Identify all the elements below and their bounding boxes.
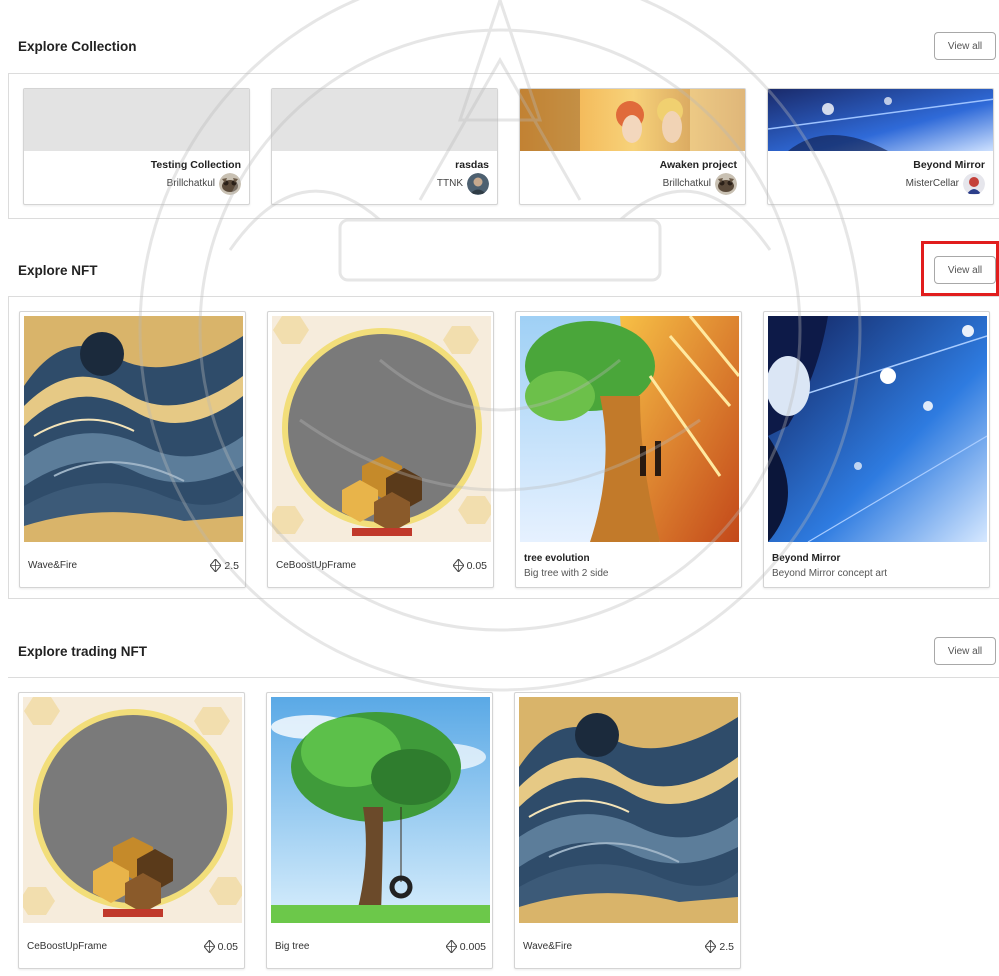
trading-view-all-button[interactable]: View all — [934, 637, 996, 665]
collection-card[interactable]: rasdas TTNK — [271, 88, 498, 205]
collection-section-title: Explore Collection — [18, 39, 137, 54]
nft-price: 0.05 — [203, 940, 238, 953]
ethereum-icon — [452, 559, 464, 572]
nft-card[interactable]: CeBoostUpFrame 0.05 — [267, 311, 494, 588]
collection-view-all-button[interactable]: View all — [934, 32, 996, 60]
nft-price-value: 2.5 — [224, 559, 239, 572]
cat-avatar-icon — [715, 173, 737, 195]
nft-view-all-button[interactable]: View all — [934, 256, 996, 284]
nft-card[interactable]: Wave&Fire 2.5 — [19, 311, 246, 588]
nft-price: 2.5 — [210, 559, 239, 572]
nft-panel: Wave&Fire 2.5 CeBoostUpFrame 0.05 tree e… — [8, 296, 999, 599]
collection-banner — [520, 89, 745, 151]
nft-name: Big tree — [275, 941, 310, 952]
nft-price-value: 0.05 — [217, 940, 238, 953]
nft-name: Wave&Fire — [523, 941, 573, 952]
nft-card[interactable]: Beyond Mirror Beyond Mirror concept art — [763, 311, 990, 588]
ethereum-icon — [210, 559, 222, 572]
nft-price: 0.05 — [452, 559, 487, 572]
collection-owner: MisterCellar — [905, 178, 959, 189]
collection-owner: Brillchatkul — [166, 178, 215, 189]
person-avatar-icon — [467, 173, 489, 195]
trading-nft-card[interactable]: CeBoostUpFrame 0.05 — [18, 692, 245, 969]
ethereum-icon — [203, 940, 215, 953]
collection-name: Testing Collection — [150, 159, 241, 171]
collection-card[interactable]: Testing Collection Brillchatkul — [23, 88, 250, 205]
nft-name: Wave&Fire — [28, 560, 78, 571]
character-avatar-icon — [963, 173, 985, 195]
nft-card[interactable]: tree evolution Big tree with 2 side — [515, 311, 742, 588]
collection-owner: Brillchatkul — [662, 178, 711, 189]
ethereum-icon — [445, 940, 457, 953]
nft-name: CeBoostUpFrame — [27, 941, 108, 952]
nft-description: Big tree with 2 side — [524, 568, 609, 579]
nft-image — [23, 697, 242, 923]
nft-price: 0.005 — [445, 940, 486, 953]
trading-nft-card[interactable]: Big tree 0.005 — [266, 692, 493, 969]
collection-section-header: Explore Collection View all — [8, 32, 996, 62]
collection-banner — [272, 89, 497, 151]
collection-banner — [768, 89, 993, 151]
nft-price-value: 2.5 — [719, 940, 734, 953]
trading-nft-card[interactable]: Wave&Fire 2.5 — [514, 692, 741, 969]
cat-avatar-icon — [219, 173, 241, 195]
collection-panel: Testing Collection Brillchatkul rasdas T… — [8, 73, 999, 219]
collection-name: rasdas — [455, 159, 489, 171]
collection-owner: TTNK — [436, 178, 463, 189]
ethereum-icon — [705, 940, 717, 953]
nft-description: Beyond Mirror concept art — [772, 568, 888, 579]
collection-card[interactable]: Awaken project Brillchatkul — [519, 88, 746, 205]
trading-panel: CeBoostUpFrame 0.05 Big tree 0.005 Wave&… — [8, 677, 999, 976]
nft-image — [520, 316, 739, 542]
nft-section-title: Explore NFT — [18, 263, 98, 278]
nft-image — [271, 697, 490, 923]
collection-banner — [24, 89, 249, 151]
nft-image — [768, 316, 987, 542]
nft-price-value: 0.005 — [459, 940, 486, 953]
nft-price-value: 0.05 — [466, 559, 487, 572]
nft-price: 2.5 — [705, 940, 734, 953]
trading-section-header: Explore trading NFT View all — [8, 637, 996, 667]
nft-name: tree evolution — [524, 553, 590, 564]
nft-image — [24, 316, 243, 542]
trading-section-title: Explore trading NFT — [18, 644, 148, 659]
nft-name: Beyond Mirror — [772, 553, 841, 564]
nft-section-header: Explore NFT View all — [8, 256, 996, 286]
collection-name: Beyond Mirror — [913, 159, 985, 171]
nft-image — [272, 316, 491, 542]
collection-card[interactable]: Beyond Mirror MisterCellar — [767, 88, 994, 205]
nft-image — [519, 697, 738, 923]
nft-name: CeBoostUpFrame — [276, 560, 357, 571]
collection-name: Awaken project — [659, 159, 737, 171]
